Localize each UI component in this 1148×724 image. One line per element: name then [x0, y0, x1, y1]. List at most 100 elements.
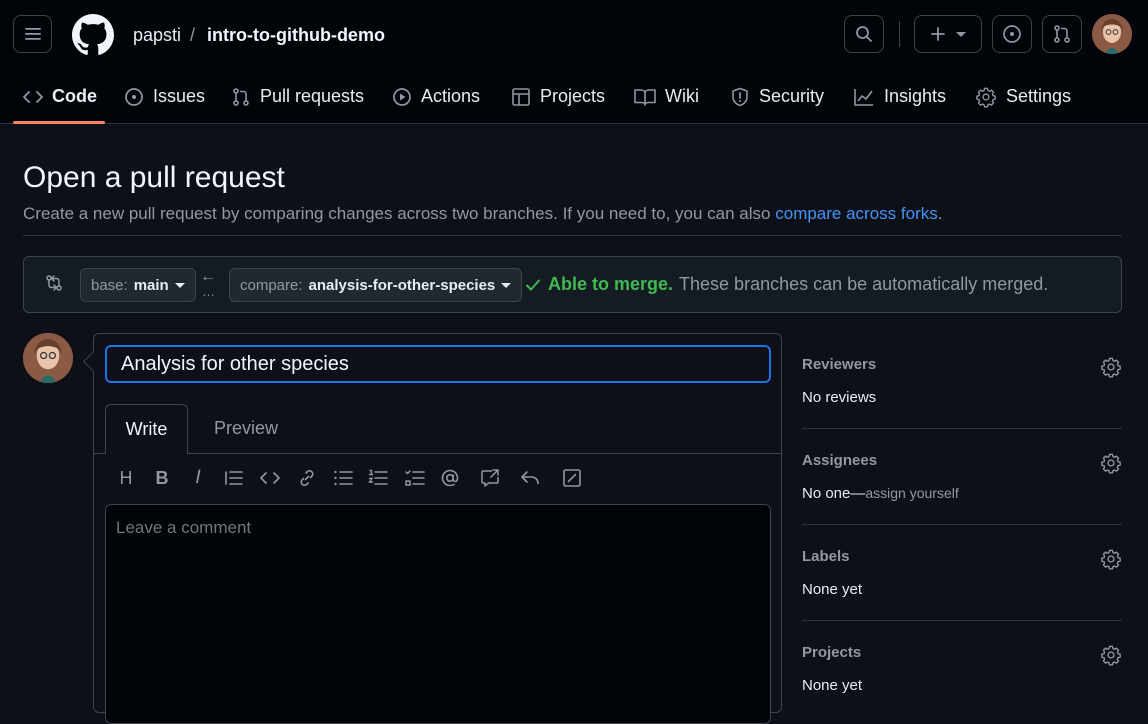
git-compare-icon	[46, 275, 62, 291]
tab-wiki-label: Wiki	[665, 86, 699, 106]
compare-prefix: compare:	[240, 276, 303, 294]
task-list-button[interactable]	[404, 467, 426, 489]
book-icon	[634, 88, 656, 106]
mention-button[interactable]	[439, 467, 461, 489]
search-button[interactable]	[844, 15, 884, 53]
gear-icon	[976, 87, 996, 107]
tab-settings-label: Settings	[1006, 86, 1072, 106]
tab-issues[interactable]: Issues	[124, 70, 205, 123]
reply-icon	[521, 471, 539, 485]
tab-wiki[interactable]: Wiki	[634, 70, 699, 123]
page-title: Open a pull request	[23, 161, 285, 194]
tab-pull-requests[interactable]: Pull requests	[231, 70, 364, 123]
sidebar-divider	[802, 428, 1122, 429]
compare-branch-select[interactable]: compare: analysis-for-other-species	[229, 268, 523, 302]
selected-tab-underline	[13, 121, 105, 124]
reviewers-label: Reviewers	[802, 356, 877, 373]
base-branch-select[interactable]: base: main	[80, 268, 196, 302]
base-prefix: base:	[91, 276, 128, 294]
search-icon	[856, 26, 872, 42]
play-icon	[393, 87, 411, 106]
link-button[interactable]	[296, 467, 318, 489]
chevron-down-icon	[956, 31, 966, 37]
check-icon	[526, 279, 540, 290]
pull-requests-button[interactable]	[1042, 15, 1082, 53]
create-new-button[interactable]	[914, 15, 982, 53]
bold-button[interactable]: B	[151, 467, 173, 489]
saved-replies-button[interactable]	[519, 467, 541, 489]
repo-owner-link[interactable]: papsti	[133, 23, 181, 47]
base-branch-name: main	[133, 276, 169, 294]
repo-nav-tabs: Code Issues Pull requests Actions Projec…	[0, 70, 1148, 124]
assign-yourself-link[interactable]: assign yourself	[865, 485, 958, 501]
unordered-list-button[interactable]	[332, 467, 354, 489]
list-unordered-icon	[334, 470, 353, 486]
code-icon	[260, 472, 280, 484]
menu-button[interactable]	[13, 15, 52, 53]
tab-actions-label: Actions	[421, 86, 481, 106]
tab-code-label: Code	[52, 86, 97, 106]
labels-value: None yet	[802, 581, 863, 598]
assignees-value: No one—assign yourself	[802, 485, 1122, 502]
heading-button[interactable]: H	[115, 467, 137, 489]
chevron-down-icon	[501, 282, 512, 288]
issue-opened-icon	[1003, 25, 1021, 43]
sidebar-labels: Labels None yet	[802, 548, 1122, 598]
reference-button[interactable]	[479, 467, 501, 489]
tab-pull-requests-label: Pull requests	[260, 86, 365, 106]
subtitle-text: Create a new pull request by comparing c…	[23, 204, 771, 223]
mention-icon	[441, 469, 459, 487]
gear-icon[interactable]	[1100, 452, 1122, 474]
breadcrumb-separator: /	[190, 25, 196, 45]
ordered-list-button[interactable]	[367, 467, 389, 489]
code-button[interactable]	[259, 467, 281, 489]
graph-icon	[854, 88, 873, 106]
reviewers-value: No reviews	[802, 389, 877, 406]
repo-name-link[interactable]: intro-to-github-demo	[207, 23, 385, 47]
arrow-left-icon: ←	[200, 268, 216, 285]
compare-across-forks-link[interactable]: compare across forks	[775, 204, 938, 223]
merge-status-label: Able to merge.	[548, 274, 674, 294]
top-header: papsti / intro-to-github-demo Code Issue…	[0, 0, 1148, 124]
tab-settings[interactable]: Settings	[975, 70, 1071, 123]
comment-textarea[interactable]	[105, 504, 771, 724]
tab-projects[interactable]: Projects	[511, 70, 605, 123]
tab-issues-label: Issues	[153, 86, 206, 106]
author-avatar	[23, 333, 73, 383]
tab-divider	[94, 453, 781, 454]
link-icon	[300, 470, 314, 486]
diff-ignored-icon	[563, 469, 581, 487]
user-avatar[interactable]	[1092, 14, 1132, 54]
github-logo-icon[interactable]	[72, 14, 114, 56]
projects-label: Projects	[802, 644, 862, 661]
tab-code[interactable]: Code	[23, 70, 97, 123]
pr-title-input[interactable]	[105, 345, 771, 383]
tab-preview[interactable]: Preview	[214, 404, 278, 453]
pr-form: Write Preview H B I	[93, 333, 782, 724]
git-pull-request-icon	[1054, 25, 1070, 43]
header-divider	[899, 21, 900, 47]
compare-branch-name: analysis-for-other-species	[308, 276, 496, 294]
issues-button[interactable]	[992, 15, 1032, 53]
heading-icon: H	[119, 467, 133, 488]
slash-commands-button[interactable]	[561, 467, 583, 489]
quote-icon	[225, 471, 243, 485]
projects-value: None yet	[802, 677, 863, 694]
quote-button[interactable]	[223, 467, 245, 489]
gear-icon[interactable]	[1100, 356, 1122, 378]
tab-write[interactable]: Write	[105, 404, 188, 454]
merge-status: Able to merge. These branches can be aut…	[524, 274, 1048, 295]
sidebar-reviewers: Reviewers No reviews	[802, 356, 1122, 406]
gear-icon[interactable]	[1100, 644, 1122, 666]
chevron-down-icon	[174, 282, 185, 288]
sidebar-divider	[802, 620, 1122, 621]
assignees-none: No one—	[802, 485, 866, 502]
tab-security[interactable]: Security	[730, 70, 824, 123]
table-icon	[512, 87, 530, 106]
italic-button[interactable]: I	[187, 467, 209, 489]
gear-icon[interactable]	[1100, 548, 1122, 570]
ellipsis-icon: …	[202, 284, 215, 299]
tab-actions[interactable]: Actions	[392, 70, 480, 123]
issue-opened-icon	[125, 87, 143, 106]
tab-insights[interactable]: Insights	[853, 70, 946, 123]
